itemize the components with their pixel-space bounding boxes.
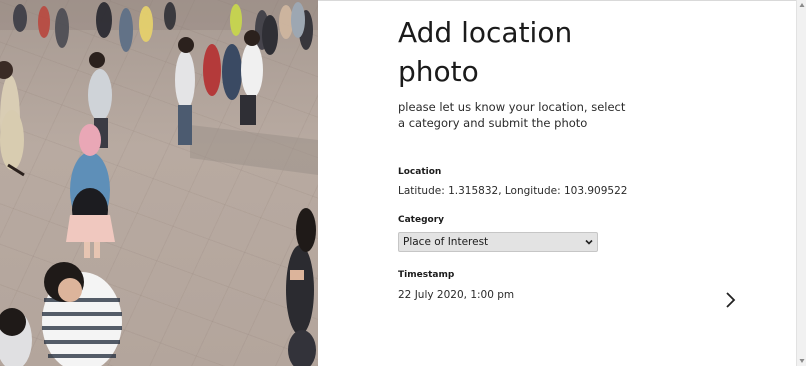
location-label: Location — [398, 167, 442, 177]
walking-man — [0, 110, 25, 177]
timestamp-label: Timestamp — [398, 270, 455, 280]
scroll-down-arrow-icon[interactable] — [799, 358, 805, 364]
category-select[interactable]: Place of Interest — [398, 232, 598, 252]
category-label: Category — [398, 215, 445, 225]
chevron-down-icon — [585, 239, 593, 245]
vertical-scrollbar[interactable] — [796, 0, 806, 366]
page-subtitle: please let us know your location, select… — [398, 100, 626, 130]
location-photo — [0, 0, 318, 366]
category-selected-value: Place of Interest — [403, 236, 489, 248]
location-value: Latitude: 1.315832, Longitude: 103.90952… — [398, 185, 628, 197]
add-location-form: Add location photo please let us know yo… — [318, 0, 796, 366]
timestamp-value: 22 July 2020, 1:00 pm — [398, 289, 515, 301]
scroll-up-arrow-icon[interactable] — [799, 2, 805, 8]
chevron-right-icon[interactable] — [722, 291, 738, 309]
crowd-photo-illustration — [0, 0, 318, 366]
app-window: Add location photo please let us know yo… — [0, 0, 806, 366]
floor-strip — [190, 125, 318, 175]
foreground-people — [0, 208, 316, 366]
page-title: Add location photo — [398, 16, 573, 88]
form-header: Add location photo please let us know yo… — [398, 13, 628, 131]
